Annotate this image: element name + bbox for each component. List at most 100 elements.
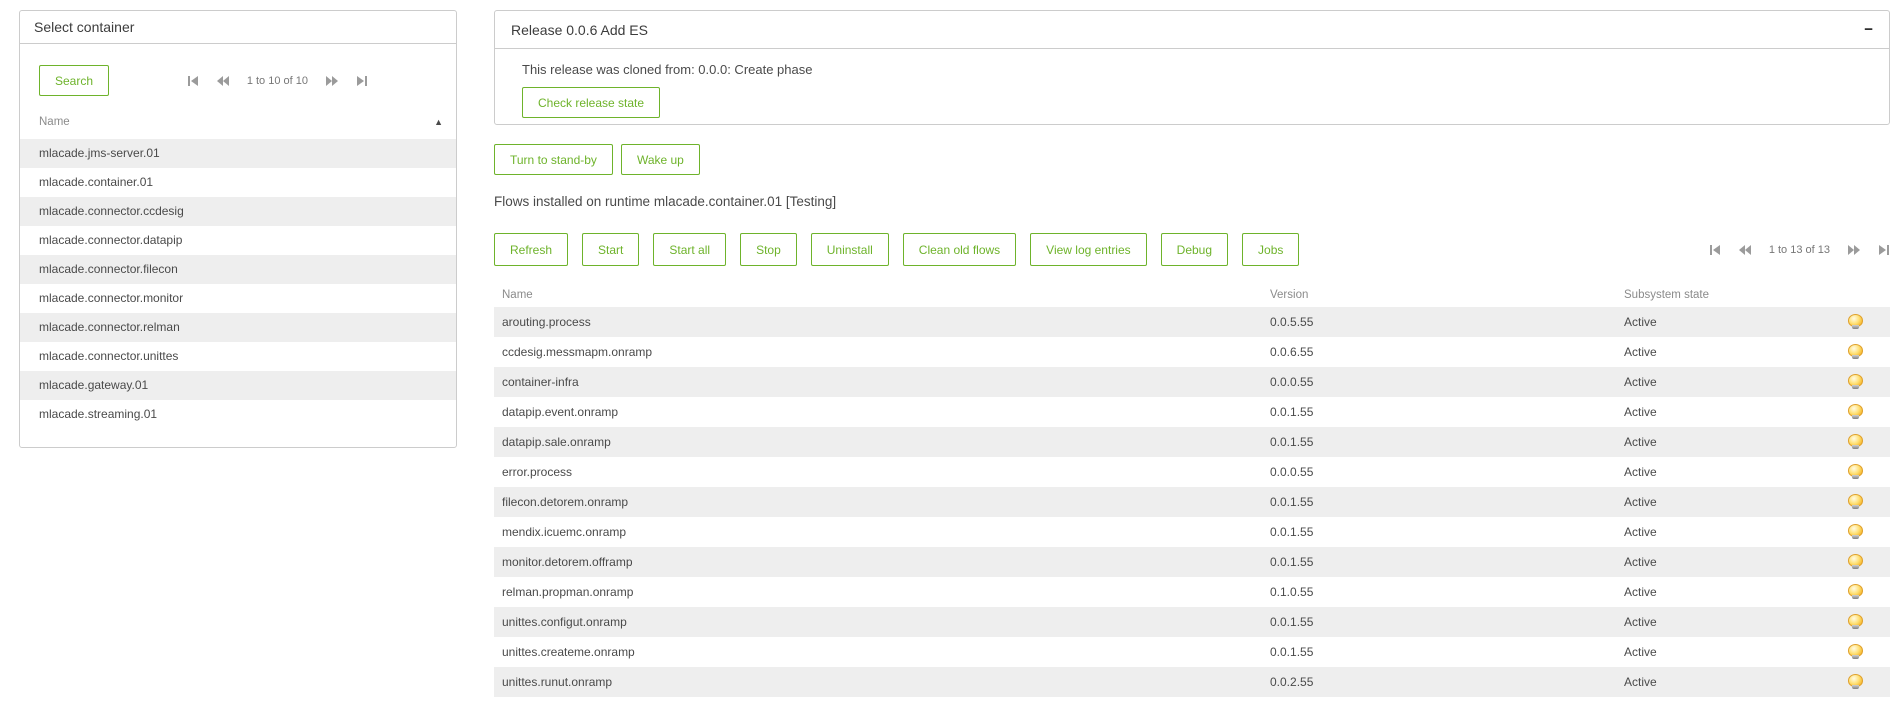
check-release-state-button[interactable]: Check release state	[522, 87, 661, 118]
first-page-icon[interactable]	[1709, 244, 1721, 256]
previous-page-icon[interactable]	[216, 75, 230, 87]
flow-name: filecon.detorem.onramp	[502, 495, 629, 509]
flow-name: error.process	[502, 465, 573, 479]
container-list-item[interactable]: mlacade.jms-server.01	[20, 139, 456, 168]
flows-toolbar-button[interactable]: View log entries	[1030, 233, 1147, 266]
lightbulb-icon	[1847, 434, 1863, 450]
flow-subsystem-state: Active	[1624, 465, 1657, 479]
column-header-version[interactable]: Version	[1270, 289, 1624, 301]
flow-row[interactable]: unittes.configut.onramp 0.0.1.55 Active	[494, 607, 1890, 637]
search-button[interactable]: Search	[39, 65, 110, 96]
flow-row[interactable]: unittes.runut.onramp 0.0.2.55 Active	[494, 667, 1890, 697]
last-page-icon[interactable]	[1878, 244, 1890, 256]
flow-row[interactable]: datapip.event.onramp 0.0.1.55 Active	[494, 397, 1890, 427]
container-list-item[interactable]: mlacade.gateway.01	[20, 371, 456, 400]
flow-subsystem-state: Active	[1624, 585, 1657, 599]
last-page-icon[interactable]	[356, 75, 368, 87]
lightbulb-icon	[1847, 524, 1863, 540]
flow-version: 0.0.1.55	[1270, 435, 1314, 449]
flow-version: 0.0.5.55	[1270, 315, 1314, 329]
flow-name: relman.propman.onramp	[502, 585, 634, 599]
flow-name: unittes.configut.onramp	[502, 615, 627, 629]
pagination-label: 1 to 13 of 13	[1768, 243, 1830, 256]
flows-heading: Flows installed on runtime mlacade.conta…	[494, 194, 837, 209]
flows-toolbar-button[interactable]: Refresh	[494, 233, 569, 266]
flow-subsystem-state: Active	[1624, 525, 1657, 539]
flow-row[interactable]: relman.propman.onramp 0.1.0.55 Active	[494, 577, 1890, 607]
turn-to-standby-button[interactable]: Turn to stand-by	[494, 144, 613, 175]
flow-row[interactable]: mendix.icuemc.onramp 0.0.1.55 Active	[494, 517, 1890, 547]
runtime-action-row: Turn to stand-by Wake up	[494, 144, 700, 175]
wake-up-button[interactable]: Wake up	[620, 144, 700, 175]
lightbulb-icon	[1847, 374, 1863, 390]
flow-state-icon-cell	[1820, 614, 1890, 630]
container-list-item[interactable]: mlacade.streaming.01	[20, 400, 456, 429]
release-title: Release 0.0.6 Add ES	[511, 21, 648, 38]
previous-page-icon[interactable]	[1738, 244, 1752, 256]
first-page-icon[interactable]	[187, 75, 199, 87]
lightbulb-icon	[1847, 314, 1863, 330]
flow-row[interactable]: unittes.createme.onramp 0.0.1.55 Active	[494, 637, 1890, 667]
container-list-item[interactable]: mlacade.connector.unittes	[20, 342, 456, 371]
flow-row[interactable]: datapip.sale.onramp 0.0.1.55 Active	[494, 427, 1890, 457]
container-list-item[interactable]: mlacade.connector.relman	[20, 313, 456, 342]
flow-row[interactable]: monitor.detorem.offramp 0.0.1.55 Active	[494, 547, 1890, 577]
flows-table: Name Version Subsystem state arouting.pr…	[494, 283, 1890, 697]
flow-version: 0.0.2.55	[1270, 675, 1314, 689]
flow-subsystem-state: Active	[1624, 405, 1657, 419]
flow-name: ccdesig.messmapm.onramp	[502, 345, 653, 359]
flows-pagination: 1 to 13 of 13	[1709, 244, 1890, 256]
release-panel-header: Release 0.0.6 Add ES −	[495, 11, 1889, 49]
flows-toolbar-button[interactable]: Start all	[653, 233, 727, 266]
flows-toolbar-button[interactable]: Clean old flows	[902, 233, 1017, 266]
flow-state-icon-cell	[1820, 674, 1890, 690]
select-container-header: Select container	[20, 11, 456, 44]
flows-toolbar-row: Refresh Start Start all Stop Uninstall C…	[494, 233, 1890, 266]
flow-version: 0.0.1.55	[1270, 645, 1314, 659]
flow-row[interactable]: filecon.detorem.onramp 0.0.1.55 Active	[494, 487, 1890, 517]
flow-row[interactable]: arouting.process 0.0.5.55 Active	[494, 307, 1890, 337]
flow-state-icon-cell	[1820, 464, 1890, 480]
release-panel: Release 0.0.6 Add ES − This release was …	[494, 10, 1890, 125]
flows-toolbar-button[interactable]: Stop	[740, 233, 797, 266]
container-list-item[interactable]: mlacade.connector.datapip	[20, 226, 456, 255]
flow-subsystem-state: Active	[1624, 345, 1657, 359]
container-list-item[interactable]: mlacade.container.01	[20, 168, 456, 197]
column-header-subsystem-state[interactable]: Subsystem state	[1624, 289, 1820, 301]
flow-subsystem-state: Active	[1624, 555, 1657, 569]
flow-version: 0.0.1.55	[1270, 525, 1314, 539]
flow-state-icon-cell	[1820, 644, 1890, 660]
container-list-item[interactable]: mlacade.connector.ccdesig	[20, 197, 456, 226]
flow-version: 0.0.0.55	[1270, 465, 1314, 479]
column-header-name[interactable]: Name	[494, 289, 1270, 301]
flow-state-icon-cell	[1820, 404, 1890, 420]
flow-row[interactable]: container-infra 0.0.0.55 Active	[494, 367, 1890, 397]
flows-toolbar-button[interactable]: Debug	[1160, 233, 1229, 266]
flow-state-icon-cell	[1820, 524, 1890, 540]
flows-toolbar-button[interactable]: Uninstall	[810, 233, 889, 266]
container-list-item[interactable]: mlacade.connector.monitor	[20, 284, 456, 313]
lightbulb-icon	[1847, 464, 1863, 480]
container-list-item[interactable]: mlacade.connector.filecon	[20, 255, 456, 284]
flow-state-icon-cell	[1820, 494, 1890, 510]
flow-version: 0.0.1.55	[1270, 495, 1314, 509]
flows-toolbar-button[interactable]: Start	[582, 233, 640, 266]
flows-toolbar: Refresh Start Start all Stop Uninstall C…	[494, 233, 1300, 266]
collapse-panel-icon[interactable]: −	[1864, 22, 1873, 37]
flow-row[interactable]: ccdesig.messmapm.onramp 0.0.6.55 Active	[494, 337, 1890, 367]
flow-name: datapip.sale.onramp	[502, 435, 611, 449]
next-page-icon[interactable]	[325, 75, 339, 87]
flow-version: 0.0.1.55	[1270, 615, 1314, 629]
panel-title: Select container	[34, 19, 135, 35]
flows-toolbar-button[interactable]: Jobs	[1242, 233, 1300, 266]
flow-row[interactable]: error.process 0.0.0.55 Active	[494, 457, 1890, 487]
next-page-icon[interactable]	[1847, 244, 1861, 256]
flow-state-icon-cell	[1820, 554, 1890, 570]
flow-subsystem-state: Active	[1624, 495, 1657, 509]
select-container-panel: Select container Search 1 to 10 of 10 Na…	[19, 10, 457, 448]
release-panel-body: This release was cloned from: 0.0.0: Cre…	[495, 49, 1889, 118]
sort-ascending-icon[interactable]: ▲	[434, 117, 443, 127]
container-list: mlacade.jms-server.01 mlacade.container.…	[20, 139, 456, 429]
flow-name: arouting.process	[502, 315, 591, 329]
column-header-name[interactable]: Name	[39, 116, 70, 128]
